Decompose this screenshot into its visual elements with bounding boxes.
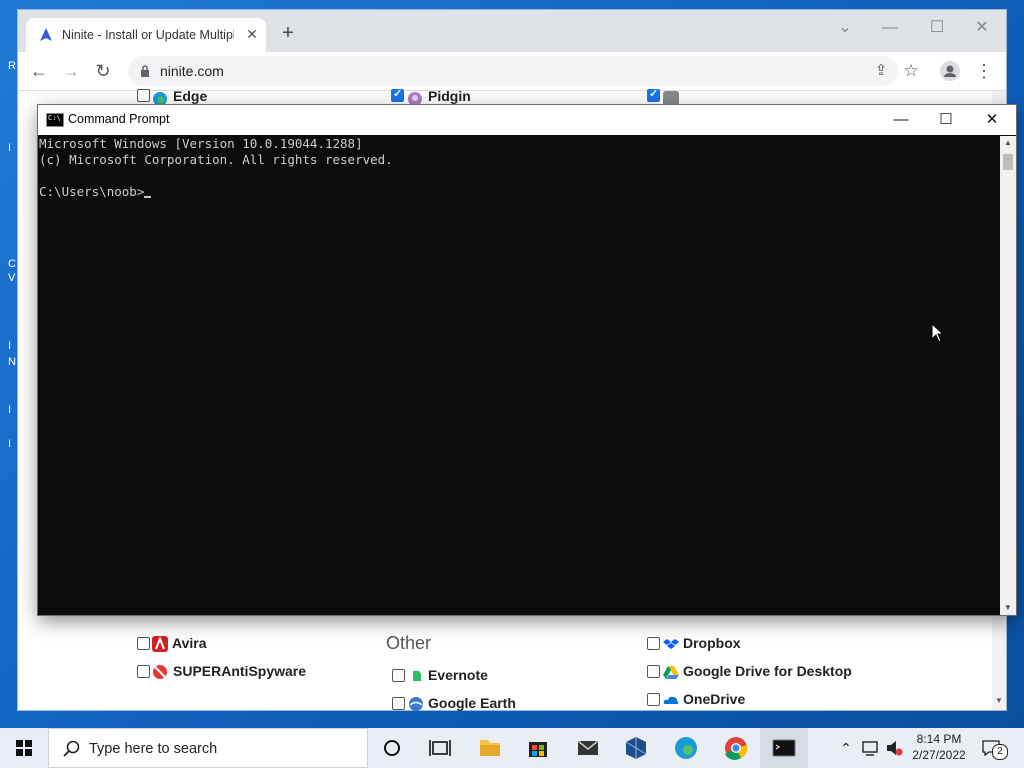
desktop-icon-fragment[interactable]: R (8, 60, 16, 72)
taskbar-clock[interactable]: 8:14 PM 2/27/2022 (902, 731, 976, 763)
command-prompt-window: Command Prompt — ☐ ✕ Microsoft Windows [… (38, 105, 1016, 615)
console-output[interactable]: Microsoft Windows [Version 10.0.19044.12… (39, 136, 999, 614)
browser-maximize-button[interactable]: ☐ (925, 18, 949, 38)
cmd-maximize-button[interactable]: ☐ (931, 110, 961, 130)
virtualbox-icon[interactable] (612, 728, 660, 768)
forward-arrow-icon[interactable]: → (60, 60, 82, 82)
avira-icon (152, 636, 168, 652)
tab-ninite[interactable]: Ninite - Install or Update Multipl ✕ (26, 18, 266, 52)
network-icon[interactable] (860, 728, 882, 768)
desktop-icon-fragment[interactable]: I (8, 142, 11, 154)
section-title-other: Other (386, 633, 432, 653)
new-tab-button[interactable]: + (278, 23, 298, 44)
clock-time: 8:14 PM (916, 732, 962, 746)
checkbox-third-column[interactable] (647, 87, 660, 102)
browser-menu-icon[interactable]: ⋮ (973, 60, 995, 82)
taskbar: Type here to search ⌃ 8:14 PM 2/27/2022 … (0, 728, 1024, 768)
file-explorer-icon[interactable] (466, 728, 514, 768)
url-text: ninite.com (160, 63, 224, 79)
google-drive-icon (663, 666, 679, 679)
volume-muted-icon[interactable] (884, 728, 904, 768)
desktop-icon-fragment[interactable]: V (8, 272, 15, 284)
cmd-title-bar[interactable]: Command Prompt — ☐ ✕ (38, 105, 1016, 135)
browser-close-button[interactable]: ✕ (970, 18, 994, 38)
checkbox-avira[interactable] (137, 637, 150, 650)
google-earth-icon (409, 697, 423, 711)
address-bar[interactable]: ninite.com (128, 56, 898, 86)
cmd-app-icon (46, 113, 64, 127)
app-label-avira[interactable]: Avira (172, 635, 207, 655)
browser-toolbar: ← → ↻ ninite.com ⇪ ☆ ⋮ (18, 52, 1006, 91)
cmd-close-button[interactable]: ✕ (977, 110, 1007, 130)
taskbar-search-box[interactable]: Type here to search (48, 728, 368, 768)
checkbox-google-earth[interactable] (392, 697, 405, 710)
checkbox-dropbox[interactable] (647, 637, 660, 650)
app-label-onedrive[interactable]: OneDrive (683, 691, 745, 711)
profile-avatar-icon[interactable] (940, 61, 960, 81)
windows-start-icon[interactable] (0, 728, 48, 768)
checkbox-onedrive[interactable] (647, 693, 660, 706)
console-prompt-line: C:\Users\noob> (39, 184, 152, 200)
desktop-icon-fragment[interactable]: I (8, 438, 11, 450)
cmd-window-title: Command Prompt (68, 112, 170, 126)
tab-strip: Ninite - Install or Update Multipl ✕ + ⌄… (18, 10, 1006, 52)
cmd-minimize-button[interactable]: — (886, 110, 916, 130)
checkbox-superantispyware[interactable] (137, 665, 150, 678)
scroll-up-arrow-icon[interactable]: ▲ (1000, 136, 1016, 150)
console-line: Microsoft Windows [Version 10.0.19044.12… (39, 136, 363, 151)
mouse-pointer-icon (931, 323, 945, 343)
share-icon[interactable]: ⇪ (870, 60, 892, 82)
cmd-scrollbar[interactable]: ▲ ▼ (1000, 136, 1016, 615)
console-prompt: C:\Users\noob> (39, 184, 145, 199)
desktop-icon-fragment[interactable]: C (8, 258, 16, 270)
search-placeholder: Type here to search (89, 741, 218, 757)
show-hidden-icons-chevron-icon[interactable]: ⌃ (836, 728, 856, 768)
desktop-icon-fragment[interactable]: I (8, 404, 11, 416)
back-arrow-icon[interactable]: ← (28, 60, 50, 82)
task-view-icon[interactable] (416, 728, 464, 768)
superantispyware-icon (153, 665, 167, 679)
search-icon (63, 740, 80, 757)
microsoft-store-icon[interactable] (514, 728, 562, 768)
clock-date: 2/27/2022 (912, 748, 966, 762)
edge-browser-icon[interactable] (662, 728, 710, 768)
action-center-button[interactable]: 2 (978, 728, 1012, 768)
tab-search-button[interactable]: ⌄ (833, 18, 857, 38)
bookmark-star-icon[interactable]: ☆ (900, 60, 922, 82)
command-prompt-taskbar-icon[interactable] (760, 728, 808, 768)
checkbox-pidgin[interactable] (391, 87, 404, 102)
app-label-google-drive[interactable]: Google Drive for Desktop (683, 663, 852, 683)
checkbox-google-drive[interactable] (647, 665, 660, 678)
browser-minimize-button[interactable]: — (878, 18, 902, 38)
scroll-down-arrow-icon[interactable]: ▼ (1000, 601, 1016, 615)
text-cursor (144, 196, 152, 198)
checkbox-edge[interactable] (137, 89, 150, 102)
desktop-icon-fragment[interactable]: N (8, 356, 16, 368)
app-label-evernote[interactable]: Evernote (428, 667, 488, 687)
onedrive-icon (663, 696, 679, 704)
scrollbar-thumb[interactable] (1003, 154, 1013, 170)
tab-close-icon[interactable]: ✕ (244, 26, 260, 42)
cortana-icon[interactable] (368, 728, 416, 768)
mail-icon[interactable] (564, 728, 612, 768)
notification-count-badge: 2 (992, 744, 1008, 760)
tab-title: Ninite - Install or Update Multipl (62, 28, 234, 42)
evernote-icon (413, 671, 421, 681)
checkbox-evernote[interactable] (392, 669, 405, 682)
console-line: (c) Microsoft Corporation. All rights re… (39, 152, 393, 167)
app-label-google-earth[interactable]: Google Earth (428, 695, 516, 715)
app-label-dropbox[interactable]: Dropbox (683, 635, 741, 655)
reload-icon[interactable]: ↻ (92, 60, 114, 82)
app-label-superantispyware[interactable]: SUPERAntiSpyware (173, 663, 306, 683)
dropbox-icon (663, 639, 679, 649)
lock-icon (141, 65, 149, 77)
ninite-favicon-icon (40, 28, 52, 41)
scroll-down-arrow-icon[interactable]: ▼ (992, 696, 1006, 708)
desktop-icon-fragment[interactable]: I (8, 340, 11, 352)
chrome-icon[interactable] (712, 728, 760, 768)
